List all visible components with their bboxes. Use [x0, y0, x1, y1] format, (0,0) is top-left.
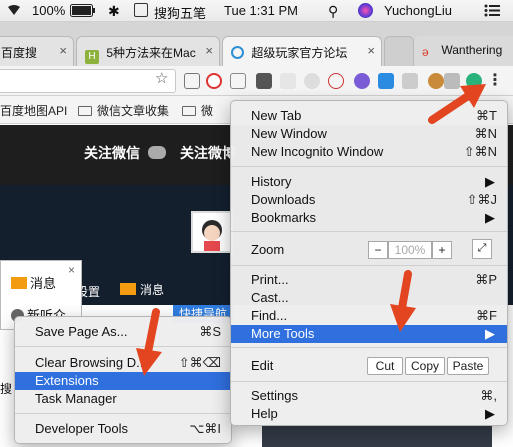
close-icon[interactable]: ×: [205, 43, 213, 58]
menu-item-settings[interactable]: Settings ⌘,: [231, 387, 507, 405]
menu-item-new-window[interactable]: New Window ⌘N: [231, 125, 507, 143]
siri-icon[interactable]: [358, 3, 373, 21]
bookmark-wechat-articles[interactable]: 微信文章收集: [78, 102, 169, 119]
notification-center-icon[interactable]: [484, 4, 500, 20]
menu-item-downloads[interactable]: Downloads ⇧⌘J: [231, 191, 507, 209]
bookmark-star-icon[interactable]: ☆: [155, 69, 168, 87]
address-bar[interactable]: [0, 69, 176, 93]
submenu-arrow-icon: ▶: [485, 406, 495, 421]
menu-item-history[interactable]: History ▶: [231, 173, 507, 191]
envelope-icon: [11, 277, 27, 289]
extension-mail-icon[interactable]: [184, 73, 200, 89]
bookmark-baidu-map[interactable]: 百度地图API: [0, 102, 67, 119]
wechat-icon: [147, 146, 166, 159]
input-method-label[interactable]: 搜狗五笔: [154, 3, 206, 22]
menu-item-help[interactable]: Help ▶: [231, 405, 507, 423]
chrome-main-menu: New Tab ⌘T New Window ⌘N New Incognito W…: [230, 100, 508, 426]
tab-mac-methods[interactable]: H 5种方法来在Mac ×: [76, 36, 220, 66]
tab-wanthering[interactable]: ǝ Wanthering: [414, 36, 513, 66]
menu-item-more-tools[interactable]: More Tools ▶: [231, 325, 507, 343]
annotation-arrow-icon: [136, 308, 162, 376]
menu-item-task-manager[interactable]: Task Manager: [15, 390, 231, 408]
zoom-level: 100%: [388, 241, 432, 259]
signal-icon[interactable]: [6, 2, 22, 21]
close-icon[interactable]: ×: [367, 43, 375, 58]
fullscreen-icon[interactable]: ⤢: [472, 239, 492, 259]
popup-messages[interactable]: 消息: [11, 273, 56, 292]
nav-messages[interactable]: 消息: [120, 281, 164, 298]
paste-button[interactable]: Paste: [447, 357, 489, 375]
wanthering-favicon-icon: ǝ: [422, 45, 429, 59]
extension-grey-icon[interactable]: [402, 73, 418, 89]
extension-dev-icon[interactable]: [280, 73, 296, 89]
extension-plus-icon[interactable]: [206, 73, 222, 89]
zoom-in-button[interactable]: +: [432, 241, 452, 259]
folder-icon: [78, 106, 92, 116]
search-label: 搜: [0, 382, 13, 396]
menu-item-clear-browsing-data[interactable]: Clear Browsing D... ⇧⌘⌫: [15, 354, 231, 372]
more-tools-submenu: Save Page As... ⌘S Clear Browsing D... ⇧…: [14, 316, 232, 444]
extension-blue-icon[interactable]: [378, 73, 394, 89]
tab-title: 超级玩家官方论坛: [251, 46, 348, 60]
battery-percent: 100%: [32, 3, 66, 18]
tab-baidu[interactable]: 百度搜 ×: [0, 36, 74, 66]
menu-item-print[interactable]: Print... ⌘P: [231, 271, 507, 289]
submenu-arrow-icon: ▶: [485, 210, 495, 225]
avatar[interactable]: [191, 211, 233, 253]
tab-superplayer-forum[interactable]: 超级玩家官方论坛 ×: [222, 36, 382, 67]
extension-window-icon[interactable]: [230, 73, 246, 89]
tab-title: Wanthering: [441, 43, 503, 57]
extension-circle-icon[interactable]: [328, 73, 344, 89]
tab-strip: 百度搜 × H 5种方法来在Mac × 超级玩家官方论坛 × ǝ Wanther…: [0, 22, 513, 67]
close-icon[interactable]: ×: [68, 263, 75, 277]
envelope-icon: [120, 283, 136, 295]
user-name[interactable]: YuchongLiu: [384, 3, 452, 18]
menu-separator: [15, 346, 231, 347]
annotation-arrow-icon: [428, 84, 486, 124]
menu-separator: [231, 265, 507, 266]
screen: 100% ✱ 搜狗五笔 Tue 1:31 PM ⚲ YuchongLiu 百度搜…: [0, 0, 513, 447]
menu-item-save-page[interactable]: Save Page As... ⌘S: [15, 323, 231, 341]
page-image: [262, 425, 492, 447]
bluetooth-icon[interactable]: ✱: [108, 3, 120, 20]
menu-separator: [231, 347, 507, 348]
menu-separator: [15, 413, 231, 414]
follow-weibo-link[interactable]: 关注微博: [180, 143, 236, 163]
submenu-arrow-icon: ▶: [485, 326, 495, 341]
extension-dark-icon[interactable]: [256, 73, 272, 89]
macos-menubar: 100% ✱ 搜狗五笔 Tue 1:31 PM ⚲ YuchongLiu: [0, 0, 513, 22]
cut-button[interactable]: Cut: [367, 357, 403, 375]
menu-item-bookmarks[interactable]: Bookmarks ▶: [231, 209, 507, 227]
tab-title: 5种方法来在Mac: [106, 46, 196, 60]
folder-icon: [182, 106, 196, 116]
battery-icon[interactable]: [70, 4, 96, 20]
forum-favicon-icon: [231, 46, 244, 59]
annotation-arrow-icon: [390, 270, 416, 332]
close-icon[interactable]: ×: [59, 43, 67, 58]
menu-separator: [231, 231, 507, 232]
menu-item-new-incognito-window[interactable]: New Incognito Window ⇧⌘N: [231, 143, 507, 161]
menu-separator: [231, 166, 507, 167]
menu-item-extensions[interactable]: Extensions: [15, 372, 231, 390]
submenu-arrow-icon: ▶: [485, 174, 495, 189]
menu-item-developer-tools[interactable]: Developer Tools ⌥⌘I: [15, 420, 231, 438]
zoom-out-button[interactable]: −: [368, 241, 388, 259]
sogou-icon[interactable]: [134, 3, 148, 18]
extension-gear-icon[interactable]: [304, 73, 320, 89]
copy-button[interactable]: Copy: [405, 357, 445, 375]
wikihow-favicon-icon: H: [85, 50, 99, 64]
bookmark-wei[interactable]: 微: [182, 102, 213, 119]
extension-r-icon[interactable]: [354, 73, 370, 89]
spotlight-icon[interactable]: ⚲: [328, 3, 338, 20]
clock[interactable]: Tue 1:31 PM: [224, 3, 298, 18]
follow-wechat-link[interactable]: 关注微信: [84, 143, 166, 163]
tab-title: 百度搜: [1, 46, 38, 60]
menu-item-cast[interactable]: Cast...: [231, 289, 507, 307]
menu-separator: [231, 381, 507, 382]
new-tab-button[interactable]: [384, 36, 414, 66]
menu-item-find[interactable]: Find... ⌘F: [231, 307, 507, 325]
